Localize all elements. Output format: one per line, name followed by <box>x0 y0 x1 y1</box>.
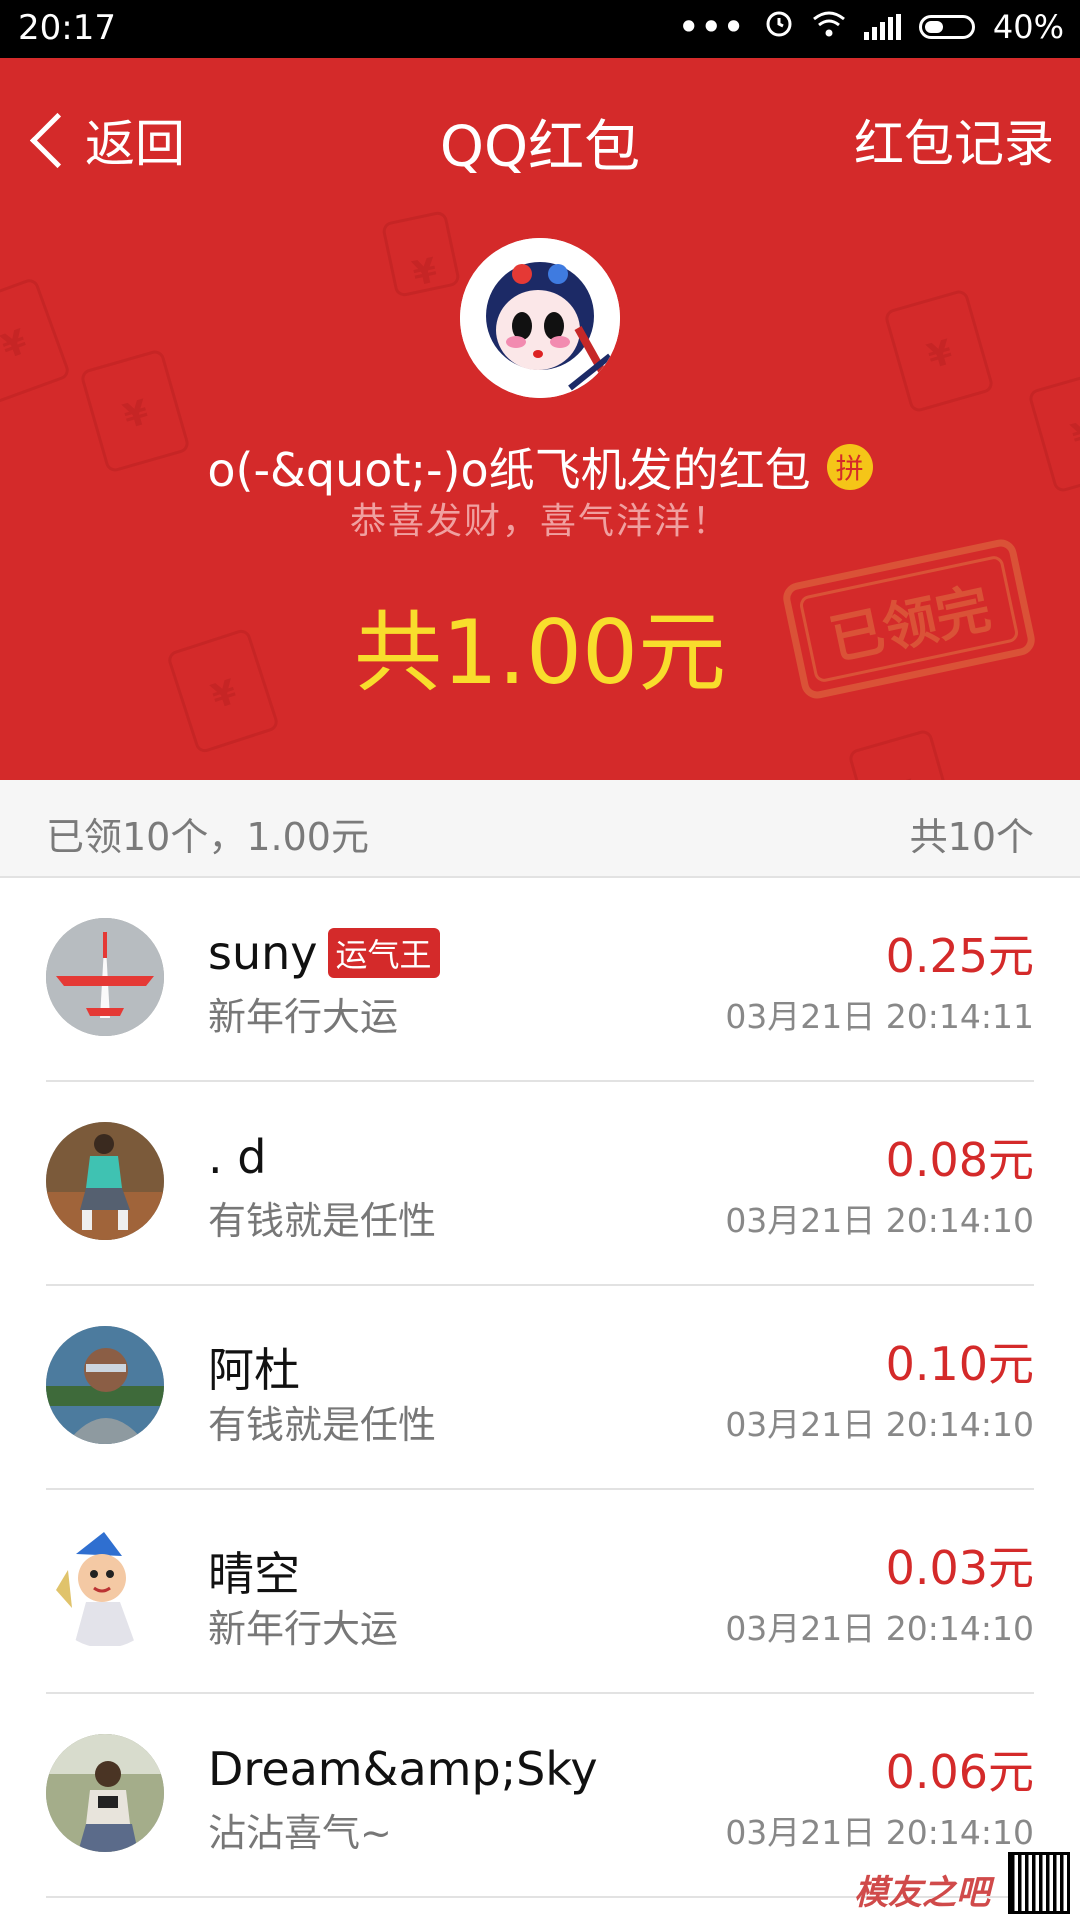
red-packet-header: 返回 QQ红包 红包记录 o(-&quot;-)o纸飞机发的红包 拼 恭喜发财，… <box>0 58 1080 780</box>
recipient-message: 有钱就是任性 <box>208 1199 437 1243</box>
man-photo-avatar-icon <box>46 1326 164 1444</box>
amount: 0.10元 <box>885 1337 1034 1391</box>
avatar[interactable] <box>46 1122 164 1240</box>
timestamp: 03月21日 20:14:11 <box>725 997 1034 1036</box>
bg-envelope-icon <box>847 728 959 780</box>
amount: 0.03元 <box>885 1541 1034 1595</box>
total-count: 共10个 <box>909 815 1034 859</box>
name-line: 阿杜 <box>208 1334 300 1400</box>
greeting-text: 恭喜发财，喜气洋洋！ <box>349 501 730 542</box>
list-item[interactable]: suny 运气王 新年行大运 0.25元 03月21日 20:14:11 <box>0 878 1080 1082</box>
sender-line: o(-&quot;-)o纸飞机发的红包 拼 <box>0 434 1080 500</box>
records-button[interactable]: 红包记录 <box>854 104 1054 176</box>
watermark-logo: 模友之吧 <box>854 1873 990 1913</box>
bg-envelope-icon <box>883 288 995 414</box>
status-icons: ••• 40% <box>679 8 1064 46</box>
list-item[interactable]: 晴空 新年行大运 0.03元 03月21日 20:14:10 <box>0 1490 1080 1694</box>
signal-icon <box>863 14 901 40</box>
list-item[interactable]: 阿杜 有钱就是任性 0.10元 03月21日 20:14:10 <box>0 1286 1080 1490</box>
amount: 0.06元 <box>885 1745 1034 1799</box>
bg-envelope-icon <box>0 276 72 406</box>
recipient-name: . d <box>208 1130 267 1184</box>
luckiest-badge: 运气王 <box>327 928 440 978</box>
wifi-icon <box>812 8 846 46</box>
sender-avatar[interactable] <box>460 238 620 398</box>
avatar[interactable] <box>46 1326 164 1444</box>
name-line: Dream&amp;Sky <box>208 1742 598 1796</box>
timestamp: 03月21日 20:14:10 <box>725 1201 1034 1240</box>
recipient-message: 新年行大运 <box>208 1607 399 1651</box>
claimed-summary: 已领10个，1.00元 <box>46 815 369 859</box>
cartoon-doll-avatar-icon <box>46 1530 164 1648</box>
timestamp: 03月21日 20:14:10 <box>725 1813 1034 1852</box>
avatar[interactable] <box>46 1734 164 1852</box>
status-time: 20:17 <box>18 8 116 48</box>
summary-bar: 已领10个，1.00元 共10个 <box>0 780 1080 878</box>
timestamp: 03月21日 20:14:10 <box>725 1405 1034 1444</box>
recipient-list: suny 运气王 新年行大运 0.25元 03月21日 20:14:11 . d… <box>0 878 1080 1898</box>
list-item[interactable]: . d 有钱就是任性 0.08元 03月21日 20:14:10 <box>0 1082 1080 1286</box>
photographer-avatar-icon <box>46 1734 164 1852</box>
qr-code-icon <box>1008 1852 1070 1914</box>
alarm-icon <box>764 8 794 46</box>
battery-percent: 40% <box>992 8 1064 46</box>
more-dots-icon: ••• <box>678 8 746 46</box>
pin-badge: 拼 <box>826 444 873 490</box>
bg-envelope-icon <box>380 209 462 299</box>
site-watermark: 模友之吧 <box>854 1852 1070 1914</box>
sender-name: o(-&quot;-)o纸飞机发的红包 <box>207 443 811 497</box>
recipient-name: suny <box>208 926 318 980</box>
timestamp: 03月21日 20:14:10 <box>725 1609 1034 1648</box>
recipient-name: 阿杜 <box>208 1343 300 1397</box>
recipient-message: 有钱就是任性 <box>208 1403 437 1447</box>
opera-mask-avatar-icon <box>460 238 620 398</box>
status-bar: 20:17 ••• 40% <box>0 0 1080 58</box>
recipient-name: 晴空 <box>208 1547 300 1601</box>
avatar[interactable] <box>46 918 164 1036</box>
person-photo-avatar-icon <box>46 1122 164 1240</box>
name-line: . d <box>208 1130 266 1184</box>
battery-icon <box>918 15 975 39</box>
amount: 0.25元 <box>885 929 1034 983</box>
name-line: 晴空 <box>208 1538 300 1604</box>
airplane-avatar-icon <box>46 918 164 1036</box>
recipient-name: Dream&amp;Sky <box>208 1742 598 1796</box>
recipient-message: 沾沾喜气~ <box>208 1811 392 1855</box>
recipient-message: 新年行大运 <box>208 995 399 1039</box>
name-line: suny 运气王 <box>208 926 440 980</box>
amount: 0.08元 <box>885 1133 1034 1187</box>
avatar[interactable] <box>46 1530 164 1648</box>
